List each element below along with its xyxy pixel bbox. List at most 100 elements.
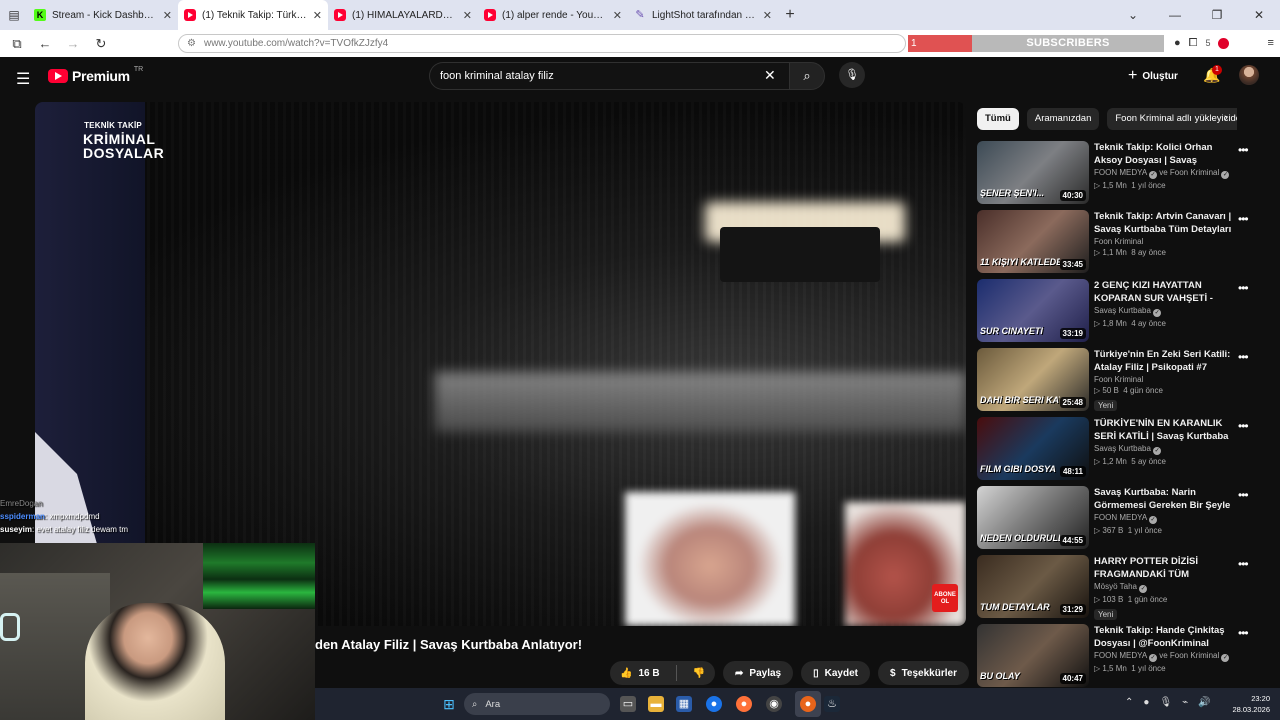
site-info-icon[interactable]: ⚙ <box>187 38 196 49</box>
extensions-icon[interactable]: ⧠ <box>1189 37 1198 50</box>
back-icon[interactable]: ← <box>36 36 54 51</box>
mic-icon[interactable]: 🎙 <box>1159 697 1172 708</box>
like-button[interactable]: 👍 16 B <box>610 661 670 685</box>
clear-search-icon[interactable]: ✕ <box>764 67 776 84</box>
app-icon[interactable]: ▦ <box>676 696 692 712</box>
video-thumbnail[interactable]: FİLM GİBİ DOSYA 48:11 <box>977 417 1089 480</box>
video-thumbnail[interactable]: ŞENER ŞEN'İ... 40:30 <box>977 141 1089 204</box>
more-vertical-icon[interactable]: ••• <box>1238 350 1249 364</box>
search-button[interactable]: ⌕ <box>789 62 825 90</box>
close-icon[interactable]: ✕ <box>763 9 772 22</box>
file-explorer-icon[interactable]: ▬ <box>648 696 664 712</box>
more-vertical-icon[interactable]: ••• <box>1238 281 1249 295</box>
close-icon[interactable]: ✕ <box>613 9 622 22</box>
close-icon[interactable]: ✕ <box>163 9 172 22</box>
close-icon[interactable]: ✕ <box>313 9 322 22</box>
extension-avatar-icon[interactable]: ● <box>1174 37 1181 49</box>
recommendation-item[interactable]: FİLM GİBİ DOSYA 48:11 TÜRKİYE'NİN EN KARAN… <box>977 417 1257 486</box>
channel-name-row[interactable]: FOON MEDYA ✓ ve Foon Kriminal ✓ <box>1094 168 1234 179</box>
recommendation-item[interactable]: NEDEN ÖLDÜRÜLDÜ?44:55Savaş Kurtbaba: Nar… <box>977 486 1257 555</box>
channel-name-row[interactable]: Foon Kriminal <box>1094 237 1234 246</box>
tray-app-icon[interactable]: ● <box>1143 697 1149 708</box>
recommendation-item[interactable]: BU OLAY 40:47 Teknik Takip: Hande Çinkitaş… <box>977 624 1257 693</box>
recommendation-item[interactable]: DAHİ BİR SERİ KATİL!25:48Türkiye'nin En … <box>977 348 1257 417</box>
chevron-up-icon[interactable]: ⌃ <box>1125 697 1133 708</box>
save-button[interactable]: ▯ Kaydet <box>801 661 870 685</box>
dislike-button[interactable]: 👎 <box>683 661 715 685</box>
more-vertical-icon[interactable]: ••• <box>1238 488 1249 502</box>
close-icon[interactable]: ✕ <box>463 9 472 22</box>
browser-menu-icon[interactable]: ≡ <box>1267 37 1273 49</box>
chevron-right-icon[interactable]: › <box>1224 112 1228 124</box>
recommendation-title[interactable]: HARRY POTTER DİZİSİ FRAGMANDAKİ TÜM DETA… <box>1094 555 1234 581</box>
tab-kick-dashboard[interactable]: K Stream - Kick Dashboard ✕ <box>28 0 178 30</box>
hamburger-menu-icon[interactable]: ☰ <box>16 69 30 89</box>
youtube-premium-logo[interactable]: Premium TR <box>48 66 143 84</box>
recommendation-title[interactable]: Türkiye'nin En Zeki Seri Katili: Atalay … <box>1094 348 1234 374</box>
recommendation-title[interactable]: TÜRKİYE'NİN EN KARANLIK SERİ KATİLİ | Sa… <box>1094 417 1234 443</box>
tab-himalayalar[interactable]: (1) HİMALAYALARDAKİ UÇAK KAZASI ✕ <box>328 0 478 30</box>
account-avatar[interactable] <box>1239 65 1259 85</box>
more-vertical-icon[interactable]: ••• <box>1238 626 1249 640</box>
recommendation-title[interactable]: 2 GENÇ KIZI HAYATTAN KOPARAN SUR VAHŞETİ… <box>1094 279 1234 305</box>
firefox-icon[interactable]: ● <box>736 696 752 712</box>
restore-icon[interactable]: ❐ <box>1196 8 1238 22</box>
browser-icon[interactable]: ● <box>800 696 816 712</box>
steam-icon[interactable]: ♨ <box>824 696 840 712</box>
more-vertical-icon[interactable]: ••• <box>1238 557 1249 571</box>
channel-name-row[interactable]: FOON MEDYA ✓ ve Foon Kriminal ✓ <box>1094 651 1234 662</box>
tab-lightshot[interactable]: ✎ LightShot tarafından Ekran Görüntüsü ✕ <box>628 0 778 30</box>
taskbar-clock[interactable]: 23:20 28.03.2026 <box>1220 693 1270 715</box>
recommendation-title[interactable]: Savaş Kurtbaba: Narin Görmemesi Gereken … <box>1094 486 1234 512</box>
channel-name-row[interactable]: Savaş Kurtbaba ✓ <box>1094 444 1234 455</box>
channel-name-row[interactable]: Foon Kriminal <box>1094 375 1234 384</box>
recommendation-item[interactable]: ŞENER ŞEN'İ... 40:30 Teknik Takip: Kolici … <box>977 141 1257 210</box>
create-button[interactable]: + Oluştur <box>1128 67 1178 85</box>
video-thumbnail[interactable]: BU OLAY 40:47 <box>977 624 1089 687</box>
chip-from-uploader[interactable]: Foon Kriminal adlı yükleyiciden <box>1107 108 1237 130</box>
recommendation-title[interactable]: Teknik Takip: Artvin Canavarı | Savaş Ku… <box>1094 210 1234 236</box>
tab-teknik-takip[interactable]: (1) Teknik Takip: Türkiye'nin En Zeki Se… <box>178 0 328 30</box>
recommendation-title[interactable]: Teknik Takip: Kolici Orhan Aksoy Dosyası… <box>1094 141 1234 167</box>
more-vertical-icon[interactable]: ••• <box>1238 212 1249 226</box>
recommendation-item[interactable]: 11 KİŞİYİ KATLEDEN 33:45 Teknik Takip: Art… <box>977 210 1257 279</box>
minimize-icon[interactable]: — <box>1154 8 1196 22</box>
windows-start-icon[interactable]: ⊞ <box>441 696 457 712</box>
network-icon[interactable]: ⌁ <box>1182 697 1188 708</box>
channel-name-row[interactable]: Mösyö Taha ✓ <box>1094 582 1234 593</box>
more-vertical-icon[interactable]: ••• <box>1238 419 1249 433</box>
tab-search-icon[interactable]: ⌄ <box>1112 8 1154 22</box>
taskbar-search[interactable]: ⌕ Ara <box>464 693 610 715</box>
chip-from-search[interactable]: Aramanızdan <box>1026 108 1100 130</box>
subscribe-watermark[interactable]: ABONE OL <box>932 584 958 612</box>
video-thumbnail[interactable]: NEDEN ÖLDÜRÜLDÜ?44:55 <box>977 486 1089 549</box>
recommendation-item[interactable]: TÜM DETAYLAR 31:29 HARRY POTTER DİZİSİ FRA… <box>977 555 1257 624</box>
voice-search-button[interactable]: 🎙 <box>839 62 865 88</box>
video-thumbnail[interactable]: SUR CİNAYETİ 33:19 <box>977 279 1089 342</box>
new-tab-button[interactable]: + <box>778 6 802 24</box>
share-button[interactable]: ➦ Paylaş <box>723 661 794 685</box>
url-field[interactable]: ⚙ www.youtube.com/watch?v=TVOfkZJzfy4 <box>178 34 906 53</box>
video-thumbnail[interactable]: DAHİ BİR SERİ KATİL!25:48 <box>977 348 1089 411</box>
recommendation-item[interactable]: SUR CİNAYETİ 33:19 2 GENÇ KIZI HAYATTAN KO… <box>977 279 1257 348</box>
video-thumbnail[interactable]: TÜM DETAYLAR 31:29 <box>977 555 1089 618</box>
channel-name-row[interactable]: Savaş Kurtbaba ✓ <box>1094 306 1234 317</box>
volume-icon[interactable]: 🔊 <box>1198 697 1210 708</box>
close-window-icon[interactable]: ✕ <box>1238 8 1280 22</box>
tab-actions-icon[interactable]: ▤ <box>0 0 28 30</box>
obs-icon[interactable]: ◉ <box>766 696 782 712</box>
reload-icon[interactable]: ↻ <box>92 36 110 52</box>
thanks-button[interactable]: $ Teşekkürler <box>878 661 969 685</box>
recommendation-title[interactable]: Teknik Takip: Hande Çinkitaş Dosyası | @… <box>1094 624 1234 650</box>
chip-all[interactable]: Tümü <box>977 108 1019 130</box>
chrome-icon[interactable]: ● <box>706 696 722 712</box>
task-view-icon[interactable]: ▭ <box>620 696 636 712</box>
search-input[interactable]: foon kriminal atalay filiz <box>429 62 789 90</box>
opera-icon[interactable] <box>1218 37 1230 49</box>
forward-icon[interactable]: → <box>64 36 82 51</box>
tab-alper-rende[interactable]: (1) alper rende - YouTube ✕ <box>478 0 628 30</box>
video-thumbnail[interactable]: 11 KİŞİYİ KATLEDEN 33:45 <box>977 210 1089 273</box>
more-vertical-icon[interactable]: ••• <box>1238 143 1249 157</box>
workspaces-icon[interactable]: ⧉ <box>8 36 26 52</box>
channel-name-row[interactable]: FOON MEDYA ✓ <box>1094 513 1234 524</box>
